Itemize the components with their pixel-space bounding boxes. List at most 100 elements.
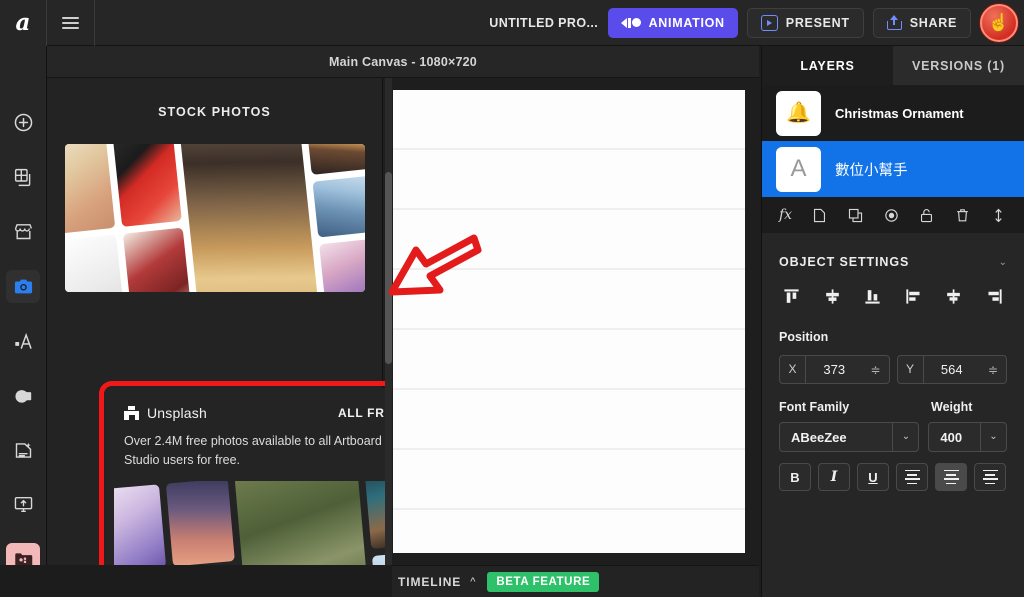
object-settings-title: OBJECT SETTINGS: [779, 255, 910, 269]
shapes-icon: [14, 390, 31, 403]
bold-button[interactable]: B: [779, 463, 811, 491]
font-weight-value: 400: [940, 429, 963, 445]
chevron-down-icon[interactable]: ⌄: [999, 257, 1007, 268]
text-layer-thumbnail-icon: A: [790, 155, 807, 182]
sidebar-item-text[interactable]: [6, 324, 40, 358]
sidebar-item-stock-photos[interactable]: [6, 269, 40, 304]
artboard-studio-logo-icon: a: [15, 9, 31, 36]
stock-thumb[interactable]: [113, 144, 182, 227]
align-bottom-icon[interactable]: [863, 287, 882, 306]
layer-name: Christmas Ornament: [835, 105, 964, 121]
updown-arrows-icon[interactable]: [990, 207, 1007, 224]
align-right-icon[interactable]: [985, 287, 1004, 306]
sidebar-item-templates[interactable]: [6, 161, 40, 195]
font-controls: ABeeZee ⌄ 400 ⌄: [779, 422, 1007, 452]
x-value[interactable]: 373: [806, 362, 863, 377]
share-upload-icon: [886, 15, 902, 30]
right-panel: LAYERS VERSIONS (1) 🔔 Christmas Ornament…: [761, 46, 1024, 597]
app-root: a UNTITLED PRO... ANIMATION PRESENT SHAR…: [0, 0, 1024, 597]
copy-icon[interactable]: [847, 207, 864, 224]
text-style-buttons: B I U: [762, 452, 1024, 491]
share-button-label: SHARE: [909, 15, 957, 30]
sidebar-item-backgrounds[interactable]: [6, 433, 40, 467]
x-position-field[interactable]: X 373 ≑: [779, 355, 890, 384]
layers-list: 🔔 Christmas Ornament A 數位小幫手: [762, 85, 1024, 197]
align-vertical-center-icon[interactable]: [823, 287, 842, 306]
text-a-icon: [14, 332, 32, 349]
red-arrow-annotation-icon: [388, 234, 482, 296]
trash-icon[interactable]: [954, 207, 971, 224]
stock-photo-collage[interactable]: [65, 144, 365, 292]
stock-thumb[interactable]: [312, 174, 365, 238]
align-left-icon[interactable]: [904, 287, 923, 306]
align-horizontal-center-icon[interactable]: [944, 287, 963, 306]
unlock-icon[interactable]: [918, 207, 935, 224]
y-stepper-icon[interactable]: ≑: [980, 363, 1006, 377]
share-button[interactable]: SHARE: [872, 7, 971, 38]
layer-row-christmas-ornament[interactable]: 🔔 Christmas Ornament: [762, 85, 1024, 141]
stock-thumb[interactable]: [65, 144, 116, 235]
sidebar-item-mockups[interactable]: [6, 215, 40, 249]
tab-layers[interactable]: LAYERS: [762, 46, 893, 85]
align-text-center-button[interactable]: [935, 463, 967, 491]
font-weight-select[interactable]: 400 ⌄: [928, 422, 1007, 452]
right-panel-tabs: LAYERS VERSIONS (1): [762, 46, 1024, 85]
font-family-label: Font Family: [779, 400, 850, 414]
camera-icon: [14, 279, 32, 294]
sidebar-item-add-element[interactable]: [6, 106, 40, 140]
font-labels: Font Family Weight: [779, 400, 1007, 414]
animation-button-label: ANIMATION: [648, 15, 725, 30]
object-settings-header[interactable]: OBJECT SETTINGS ⌄: [762, 233, 1024, 269]
italic-label: I: [830, 469, 838, 485]
align-text-left-button[interactable]: [896, 463, 928, 491]
sidebar-item-shapes[interactable]: [6, 379, 40, 413]
eye-icon[interactable]: [883, 207, 900, 224]
align-text-right-button[interactable]: [974, 463, 1006, 491]
font-family-select[interactable]: ABeeZee ⌄: [779, 422, 920, 452]
beta-feature-badge: BETA FEATURE: [487, 571, 600, 592]
animation-button[interactable]: ANIMATION: [608, 7, 738, 38]
x-stepper-icon[interactable]: ≑: [863, 363, 889, 377]
chevron-up-icon[interactable]: ^: [470, 576, 475, 588]
bottom-strip: [0, 565, 392, 597]
chevron-down-icon[interactable]: ⌄: [980, 423, 1006, 451]
page-icon[interactable]: [811, 207, 828, 224]
position-inputs: X 373 ≑ Y 564 ≑: [779, 355, 1007, 384]
layer-thumbnail: A: [776, 146, 821, 192]
plus-circle-icon: [14, 113, 32, 132]
position-section: Position X 373 ≑ Y 564 ≑: [762, 306, 1024, 384]
timeline-bar[interactable]: TIMELINE ^ BETA FEATURE: [392, 565, 759, 597]
layer-tools-bar: fx: [762, 197, 1024, 233]
animation-icon: [621, 17, 641, 28]
play-screen-icon: [760, 14, 778, 31]
app-logo[interactable]: a: [0, 0, 47, 46]
stock-thumb[interactable]: [305, 144, 365, 175]
alignment-buttons: [762, 269, 1024, 306]
main-menu-button[interactable]: [47, 0, 95, 46]
layer-row-text[interactable]: A 數位小幫手: [762, 141, 1024, 197]
x-label: X: [780, 356, 806, 383]
stock-thumb[interactable]: [123, 227, 192, 292]
project-title[interactable]: UNTITLED PRO...: [489, 16, 598, 30]
stock-thumb[interactable]: [65, 234, 126, 292]
avatar[interactable]: ☝: [980, 3, 1018, 42]
y-value[interactable]: 564: [924, 362, 981, 377]
font-family-value: ABeeZee: [791, 429, 847, 445]
top-bar: a UNTITLED PRO... ANIMATION PRESENT SHAR…: [0, 0, 1024, 46]
align-text-left-icon: [904, 469, 920, 485]
italic-button[interactable]: I: [818, 463, 850, 491]
chevron-down-icon[interactable]: ⌄: [892, 423, 918, 451]
tab-versions[interactable]: VERSIONS (1): [893, 46, 1024, 85]
sparkle-page-icon: [15, 442, 31, 458]
stock-thumb[interactable]: [179, 144, 318, 292]
y-position-field[interactable]: Y 564 ≑: [896, 355, 1007, 384]
stock-thumb[interactable]: [318, 237, 365, 292]
align-top-icon[interactable]: [782, 287, 801, 306]
fx-icon[interactable]: fx: [779, 207, 792, 223]
font-section: Font Family Weight ABeeZee ⌄ 400 ⌄: [762, 384, 1024, 452]
canvas-area[interactable]: [388, 78, 759, 565]
artboard[interactable]: [393, 90, 745, 553]
sidebar-item-uploads[interactable]: [6, 488, 40, 522]
underline-button[interactable]: U: [857, 463, 889, 491]
present-button[interactable]: PRESENT: [746, 7, 864, 38]
